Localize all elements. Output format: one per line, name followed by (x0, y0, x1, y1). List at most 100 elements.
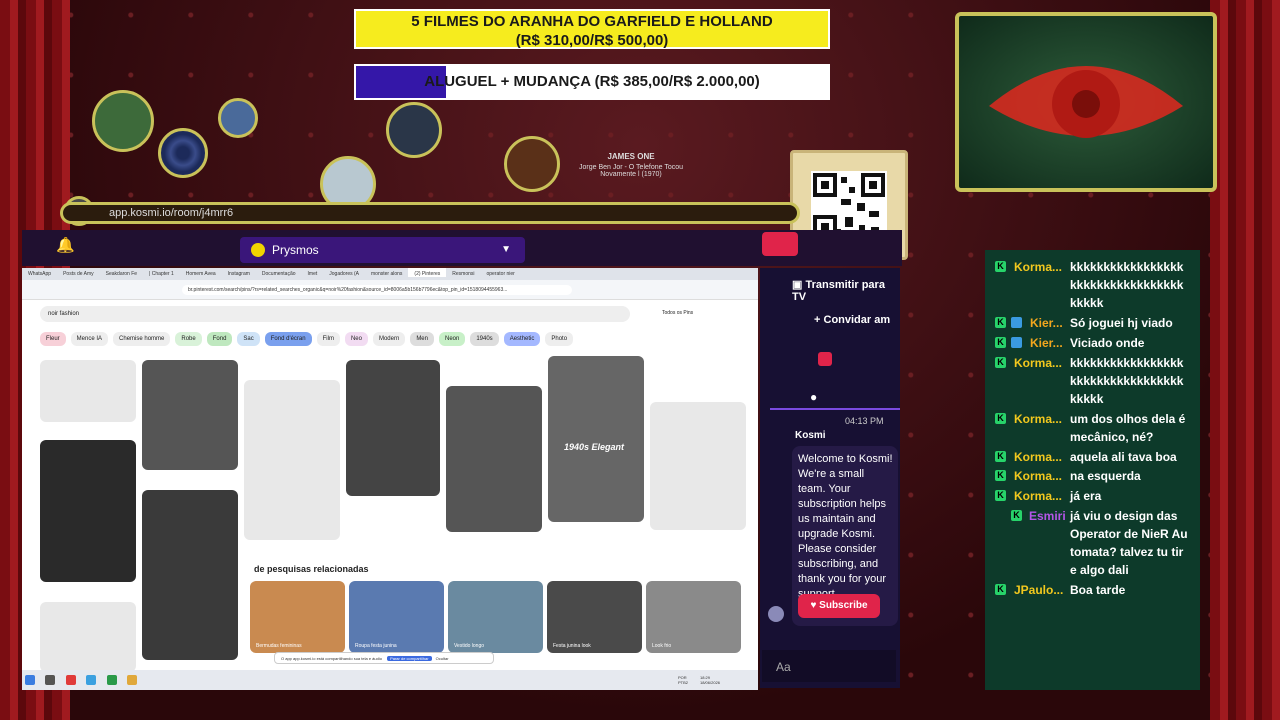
chat-text: kkkkkkkkkkkkkkkkkkkkkkkkkkkkkkkkkkkkkkk (1070, 356, 1184, 406)
cast-to-tv-button[interactable]: ▣ Transmitir para TV (792, 278, 900, 303)
related-search-card[interactable]: Bermudas femininas (250, 581, 345, 653)
related-label: Vestido longo (454, 643, 485, 649)
taskbar-app-icon[interactable] (45, 675, 56, 685)
pin-image[interactable] (446, 386, 542, 532)
chat-text: kkkkkkkkkkkkkkkkkkkkkkkkkkkkkkkkkkkkkkk (1070, 260, 1184, 310)
taskbar-app-icon[interactable] (65, 675, 76, 685)
kick-badge-icon: K (1011, 510, 1022, 521)
pinterest-search-input[interactable]: noir fashion (40, 306, 630, 322)
chat-username[interactable]: Korma... (1014, 354, 1062, 372)
taskbar-app-icon[interactable] (127, 675, 138, 685)
chat-text: Só joguei hj viado (1070, 316, 1173, 330)
hide-button[interactable]: Ocultar (436, 656, 449, 661)
browser-tab[interactable]: Posts de Amy (57, 268, 100, 277)
chat-username[interactable]: JPaulo... (1014, 581, 1063, 599)
chat-username[interactable]: Korma... (1014, 448, 1062, 466)
video-icon[interactable] (818, 352, 832, 366)
browser-tab[interactable]: Jogadores (A (323, 268, 365, 277)
related-search-card[interactable]: Festa junina look (547, 581, 642, 653)
pinterest-chip[interactable]: Mence IA (70, 332, 109, 346)
chat-input[interactable]: Aa (762, 650, 896, 682)
shared-screen: WhatsApp Posts de Amy Seakdaron Fe | Chapte… (22, 268, 758, 670)
pinterest-url: br.pinterest.com/search/pins/?rs=related… (182, 285, 572, 295)
avatar-photo (386, 102, 442, 158)
chat-input-placeholder: Aa (776, 660, 791, 674)
browser-tab[interactable]: Imet (302, 268, 324, 277)
kosmi-premium-button[interactable] (762, 232, 798, 256)
browser-url-bar[interactable]: app.kosmi.io/room/j4mrr6 (60, 202, 800, 224)
invite-label: Convidar am (823, 314, 891, 326)
pinterest-chip[interactable]: Men (410, 332, 434, 346)
tab-underline (770, 408, 900, 410)
browser-tab[interactable]: Documentação (256, 268, 302, 277)
pin-image[interactable] (346, 360, 440, 496)
pin-image[interactable]: 1940s Elegant (548, 356, 644, 522)
share-notice-text: O app app.kosmi.io está compartilhando s… (281, 656, 382, 661)
chat-text: já era (1070, 489, 1102, 503)
chat-bubble-icon[interactable]: ● (810, 390, 817, 404)
kick-badge-icon: K (995, 490, 1006, 501)
chat-username[interactable]: Esmiri (1029, 507, 1066, 525)
pinterest-chip[interactable]: Sac (237, 332, 260, 346)
browser-tab-strip: WhatsApp Posts de Amy Seakdaron Fe | Chapte… (22, 268, 758, 280)
bell-icon[interactable]: 🔔 (56, 236, 75, 254)
browser-tab[interactable]: (2) Pinteres (408, 268, 447, 277)
kick-badge-icon: K (995, 337, 1006, 348)
related-search-card[interactable]: Look frio (646, 581, 741, 653)
pinterest-chip-row: Fleur Mence IA Chemise homme Robe Fond Sac Fon… (40, 332, 758, 350)
related-search-card[interactable]: Roupa festa junina (349, 581, 444, 653)
pinterest-chip[interactable]: Fond (206, 332, 233, 346)
subscribe-button[interactable]: ♥ Subscribe (798, 594, 880, 618)
goal-1-amount: (R$ 310,00/R$ 500,00) (515, 32, 669, 49)
browser-tab[interactable]: Homem Avea (180, 268, 222, 277)
pin-image[interactable] (142, 360, 238, 470)
related-label: Festa junina look (553, 643, 591, 649)
room-selector[interactable]: Prysmos ▼ (240, 237, 525, 263)
chat-username[interactable]: Korma... (1014, 258, 1062, 276)
taskbar-app-icon[interactable] (86, 675, 97, 685)
pin-image[interactable] (40, 602, 136, 670)
browser-tab[interactable]: Instagram (222, 268, 256, 277)
pinterest-chip[interactable]: Aesthetic (503, 332, 541, 346)
browser-tab[interactable]: Seakdaron Fe (100, 268, 143, 277)
pin-image[interactable] (142, 490, 238, 660)
stop-sharing-button[interactable]: Parar de compartilhar (387, 656, 432, 661)
pinterest-chip[interactable]: 1940s (470, 332, 499, 346)
pinterest-chip[interactable]: Film (316, 332, 340, 346)
chat-username[interactable]: Korma... (1014, 410, 1062, 428)
pinterest-filter[interactable]: Todos os Pins (662, 310, 693, 316)
music-track: Jorge Ben Jor - O Telefone Tocou Novamen… (578, 164, 684, 178)
browser-tab[interactable]: WhatsApp (22, 268, 57, 277)
pinterest-chip[interactable]: Modern (372, 332, 406, 346)
browser-tab[interactable]: monster alons (365, 268, 408, 277)
pinterest-chip[interactable]: Neo (344, 332, 368, 346)
browser-tab[interactable]: Resmonsi (446, 268, 480, 277)
kosmi-avatar (768, 606, 784, 622)
pinterest-chip[interactable]: Neon (438, 332, 466, 346)
pinterest-chip[interactable]: Robe (175, 332, 202, 346)
goal-1-title: 5 FILMES DO ARANHA DO GARFIELD E HOLLAND (411, 13, 773, 30)
pin-image[interactable] (244, 380, 340, 540)
pin-image[interactable] (40, 360, 136, 422)
taskbar-app-icon[interactable] (106, 675, 117, 685)
chat-username[interactable]: Kier... (1030, 334, 1063, 352)
music-artist: JAMES ONE (607, 152, 655, 161)
related-search-card[interactable]: Vestido longo (448, 581, 543, 653)
pinterest-chip[interactable]: Chemise homme (113, 332, 171, 346)
chat-username[interactable]: Korma... (1014, 487, 1062, 505)
curtain-right (1210, 0, 1280, 720)
browser-tab[interactable]: | Chapter 1 (143, 268, 180, 277)
invite-button[interactable]: + Convidar am (814, 314, 890, 326)
pin-image[interactable] (650, 402, 746, 530)
chat-username[interactable]: Korma... (1014, 467, 1062, 485)
kick-badge-icon: K (995, 584, 1006, 595)
kick-badge-icon: K (995, 317, 1006, 328)
pinterest-chip[interactable]: Fleur (40, 332, 66, 346)
chat-username[interactable]: Kier... (1030, 314, 1063, 332)
browser-tab[interactable]: operator nier (481, 268, 521, 277)
windows-start-icon[interactable] (25, 675, 35, 685)
url-text: app.kosmi.io/room/j4mrr6 (109, 207, 234, 219)
pin-image[interactable] (40, 440, 136, 582)
pinterest-chip[interactable]: Photo (545, 332, 574, 346)
pinterest-chip[interactable]: Fond d'écran (264, 332, 312, 346)
